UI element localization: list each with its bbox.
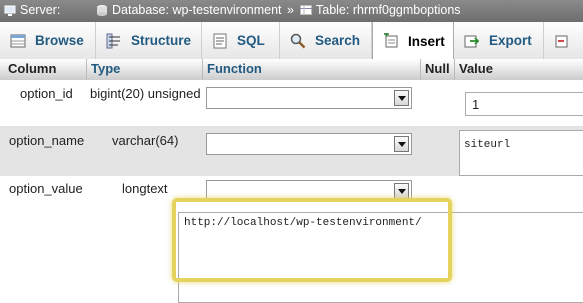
column-header: Column (8, 61, 57, 76)
value-textarea[interactable]: http://localhost/wp-testenvironment/ (178, 212, 583, 303)
breadcrumb-table[interactable]: Table: rhrmf0ggmboptions (300, 3, 461, 17)
chevron-down-icon (394, 183, 409, 199)
tab-structure-label: Structure (131, 33, 192, 48)
function-select[interactable] (206, 87, 412, 109)
database-icon (96, 4, 108, 16)
tab-export-label: Export (489, 33, 532, 48)
search-icon (290, 33, 306, 48)
breadcrumb: Server: Database: wp-testenvironment » T… (0, 0, 583, 22)
export-icon (464, 35, 480, 47)
tab-structure[interactable]: Structure (96, 22, 202, 59)
tab-search[interactable]: Search (280, 22, 372, 59)
insert-icon (384, 33, 398, 48)
function-header: Function (207, 61, 262, 76)
server-icon (4, 4, 16, 16)
breadcrumb-database[interactable]: Database: wp-testenvironment (96, 3, 282, 17)
column-type: bigint(20) unsigned (90, 86, 201, 101)
insert-table-header: Column Type Function Null Value (0, 59, 583, 81)
breadcrumb-server-label: Server: (20, 3, 61, 17)
chevron-down-icon (394, 90, 409, 106)
sql-icon (213, 33, 227, 48)
import-icon (555, 35, 568, 47)
breadcrumb-database-label: Database: wp-testenvironment (112, 3, 282, 17)
tab-search-label: Search (315, 33, 361, 48)
breadcrumb-table-label: Table: rhrmf0ggmboptions (316, 3, 461, 17)
tab-insert[interactable]: Insert (372, 22, 454, 60)
tab-export[interactable]: Export (454, 22, 544, 59)
tab-sql-label: SQL (237, 33, 265, 48)
table-row: option_name varchar(64) siteurl (0, 126, 583, 176)
table-icon (300, 4, 312, 16)
breadcrumb-server[interactable]: Server: (4, 3, 60, 17)
column-type: longtext (122, 181, 168, 196)
value-textarea[interactable]: siteurl (459, 130, 583, 176)
tab-more[interactable] (544, 22, 583, 59)
tab-browse[interactable]: Browse (0, 22, 96, 59)
table-row: option_id bigint(20) unsigned 1 (0, 80, 583, 126)
table-row: option_value longtext http://localhost/w… (0, 176, 583, 303)
null-header: Null (425, 61, 450, 76)
column-name: option_id (20, 86, 73, 101)
chevron-down-icon (394, 136, 409, 152)
tab-insert-label: Insert (408, 33, 445, 49)
value-input[interactable]: 1 (465, 92, 583, 116)
tab-browse-label: Browse (35, 33, 84, 48)
tab-bar: Browse Structure SQL Search Insert Expor… (0, 22, 583, 60)
value-header: Value (459, 61, 493, 76)
column-name: option_name (9, 133, 85, 148)
function-select[interactable] (206, 180, 412, 202)
column-name: option_value (9, 181, 83, 196)
breadcrumb-separator: » (287, 3, 294, 17)
type-header: Type (91, 61, 121, 76)
column-type: varchar(64) (112, 133, 179, 148)
browse-icon (10, 34, 26, 47)
tab-sql[interactable]: SQL (202, 22, 280, 59)
function-select[interactable] (206, 133, 412, 155)
structure-icon (106, 33, 120, 48)
